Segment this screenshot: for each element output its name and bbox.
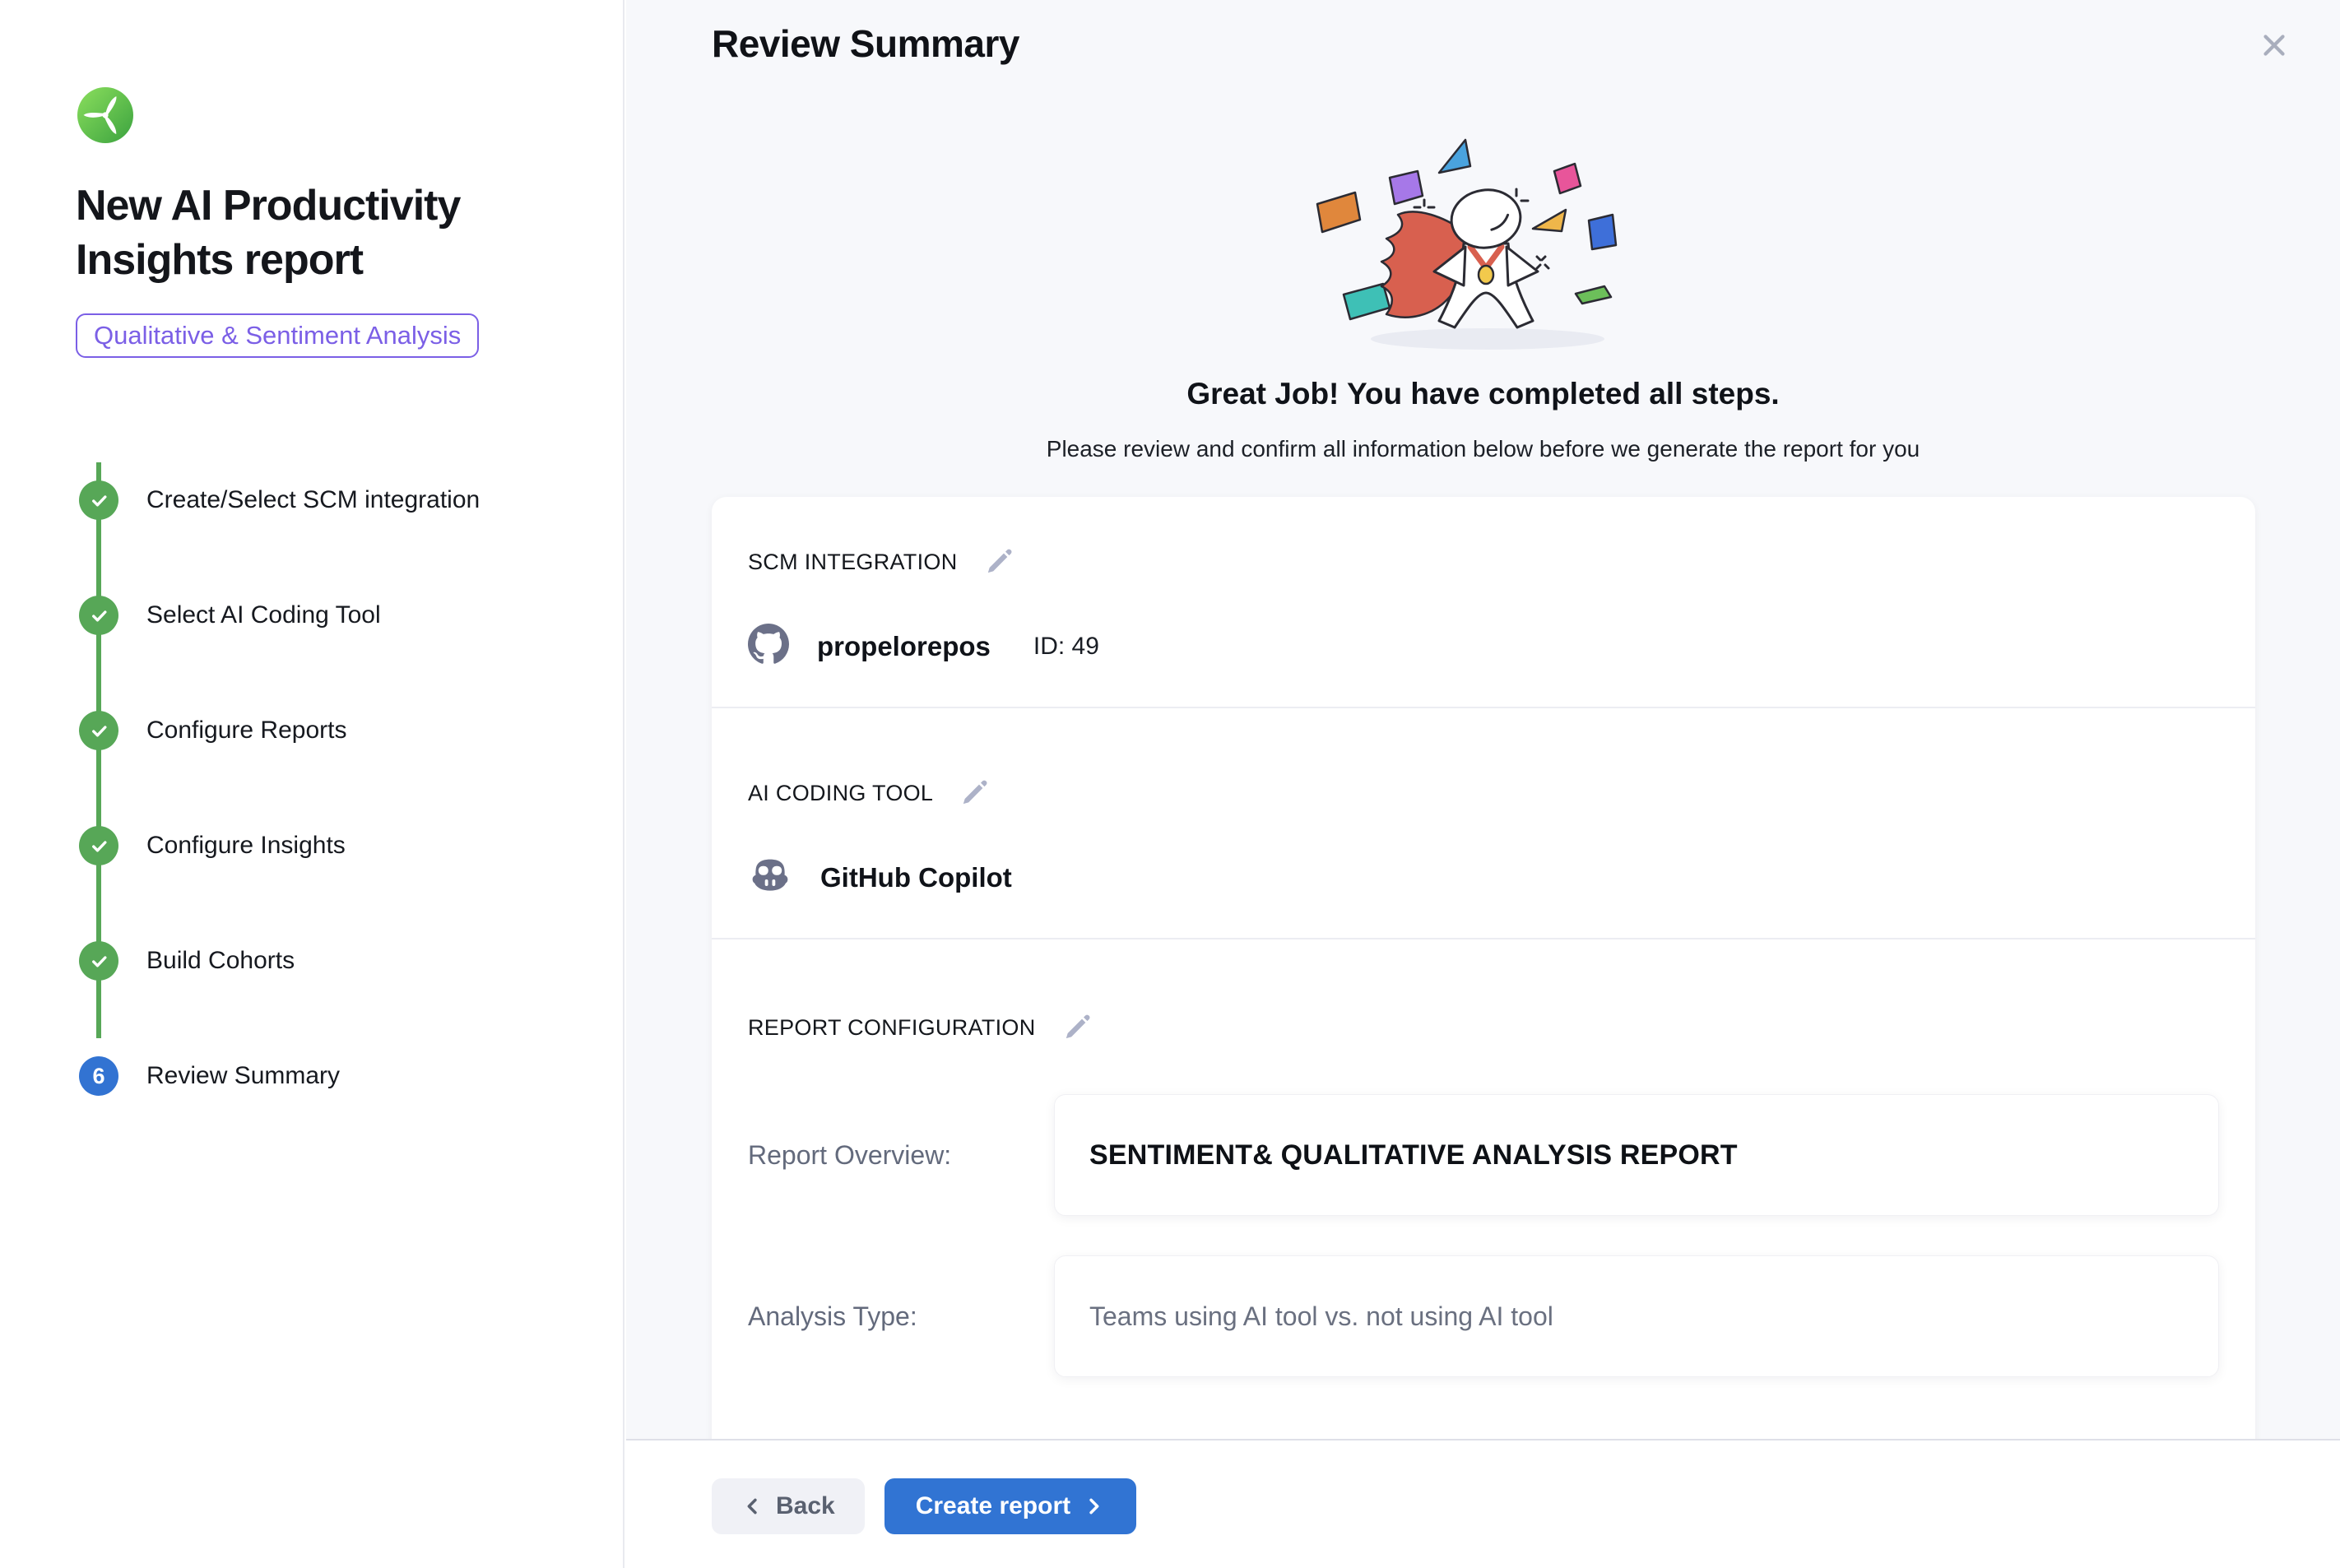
wizard-title: New AI Productivity Insights report — [76, 179, 504, 287]
report-overview-value: SENTIMENT& QUALITATIVE ANALYSIS REPORT — [1089, 1139, 1738, 1171]
confetti-pink — [1554, 164, 1581, 193]
wizard-footer: Back Create report — [626, 1439, 2340, 1568]
create-report-button[interactable]: Create report — [884, 1478, 1136, 1534]
pencil-icon — [959, 799, 991, 811]
step-label: Build Cohorts — [146, 947, 295, 975]
step-done-check-icon — [79, 711, 118, 750]
close-icon — [2257, 53, 2291, 65]
review-summary-panel: Review Summary — [626, 0, 2340, 1568]
celebration-illustration — [1278, 123, 1689, 362]
analysis-type-label: Analysis Type: — [748, 1301, 1054, 1332]
step-review-summary-active[interactable]: 6 Review Summary — [79, 1018, 540, 1134]
edit-ai-tool-button[interactable] — [958, 776, 992, 810]
chevron-left-icon — [741, 1495, 764, 1518]
pencil-icon — [1061, 1033, 1094, 1046]
step-done-check-icon — [79, 941, 118, 981]
ai-coding-tool-section: AI CODING TOOL GitHu — [712, 708, 2255, 939]
analysis-type-badge: Qualitative & Sentiment Analysis — [76, 313, 479, 358]
step-label: Configure Reports — [146, 717, 346, 745]
report-overview-label: Report Overview: — [748, 1140, 1054, 1171]
step-number-badge: 6 — [79, 1056, 118, 1096]
sidebar: New AI Productivity Insights report Qual… — [0, 0, 624, 1568]
step-label: Select AI Coding Tool — [146, 601, 381, 629]
analysis-type-value-box: Teams using AI tool vs. not using AI too… — [1054, 1255, 2219, 1377]
congrats-heading: Great Job! You have completed all steps. — [626, 377, 2340, 411]
report-overview-value-box: SENTIMENT& QUALITATIVE ANALYSIS REPORT — [1054, 1094, 2219, 1216]
step-done-check-icon — [79, 826, 118, 865]
report-configuration-section: REPORT CONFIGURATION Report Overview: SE… — [712, 939, 2255, 1489]
scm-integration-id: ID: 49 — [1033, 633, 1099, 661]
scm-integration-section: SCM INTEGRATION propelorepos ID: 49 — [712, 497, 2255, 708]
back-button[interactable]: Back — [712, 1478, 865, 1534]
confetti-orange — [1317, 193, 1360, 232]
confetti-yellow — [1533, 210, 1566, 231]
summary-card: SCM INTEGRATION propelorepos ID: 49 AI C… — [712, 497, 2255, 1533]
stepper: Create/Select SCM integration Select AI … — [79, 443, 540, 1134]
step-done-check-icon — [79, 480, 118, 520]
close-button[interactable] — [2254, 26, 2294, 66]
scm-section-label: SCM INTEGRATION — [748, 550, 958, 575]
step-create-select-scm-integration[interactable]: Create/Select SCM integration — [79, 443, 540, 558]
report-config-section-label: REPORT CONFIGURATION — [748, 1015, 1036, 1041]
analysis-type-row: Analysis Type: Teams using AI tool vs. n… — [748, 1255, 2219, 1377]
pencil-icon — [983, 568, 1016, 580]
ai-coding-tool-name: GitHub Copilot — [820, 862, 1012, 893]
ai-tool-section-label: AI CODING TOOL — [748, 781, 933, 806]
page-title: Review Summary — [712, 21, 1019, 66]
propeller-logo-icon — [77, 87, 133, 143]
chevron-right-icon — [1082, 1495, 1105, 1518]
step-select-ai-coding-tool[interactable]: Select AI Coding Tool — [79, 558, 540, 673]
congrats-subheading: Please review and confirm all informatio… — [626, 436, 2340, 462]
step-configure-reports[interactable]: Configure Reports — [79, 673, 540, 788]
confetti-blue-triangle — [1439, 140, 1470, 173]
report-overview-row: Report Overview: SENTIMENT& QUALITATIVE … — [748, 1094, 2219, 1216]
step-done-check-icon — [79, 596, 118, 635]
scm-integration-name: propelorepos — [817, 631, 991, 662]
back-button-label: Back — [776, 1492, 835, 1520]
confetti-green — [1576, 286, 1611, 304]
confetti-purple — [1390, 171, 1423, 204]
confetti-blue — [1589, 215, 1616, 249]
step-label: Create/Select SCM integration — [146, 486, 480, 514]
analysis-type-value: Teams using AI tool vs. not using AI too… — [1089, 1301, 1553, 1332]
medal — [1479, 266, 1493, 284]
create-report-button-label: Create report — [916, 1492, 1070, 1520]
edit-scm-button[interactable] — [982, 545, 1017, 579]
confetti-teal — [1344, 284, 1390, 319]
step-label: Configure Insights — [146, 832, 346, 860]
edit-report-config-button[interactable] — [1061, 1010, 1095, 1045]
step-label: Review Summary — [146, 1062, 340, 1090]
copilot-icon — [748, 855, 792, 900]
step-configure-insights[interactable]: Configure Insights — [79, 788, 540, 903]
step-build-cohorts[interactable]: Build Cohorts — [79, 903, 540, 1018]
github-icon — [748, 624, 789, 669]
